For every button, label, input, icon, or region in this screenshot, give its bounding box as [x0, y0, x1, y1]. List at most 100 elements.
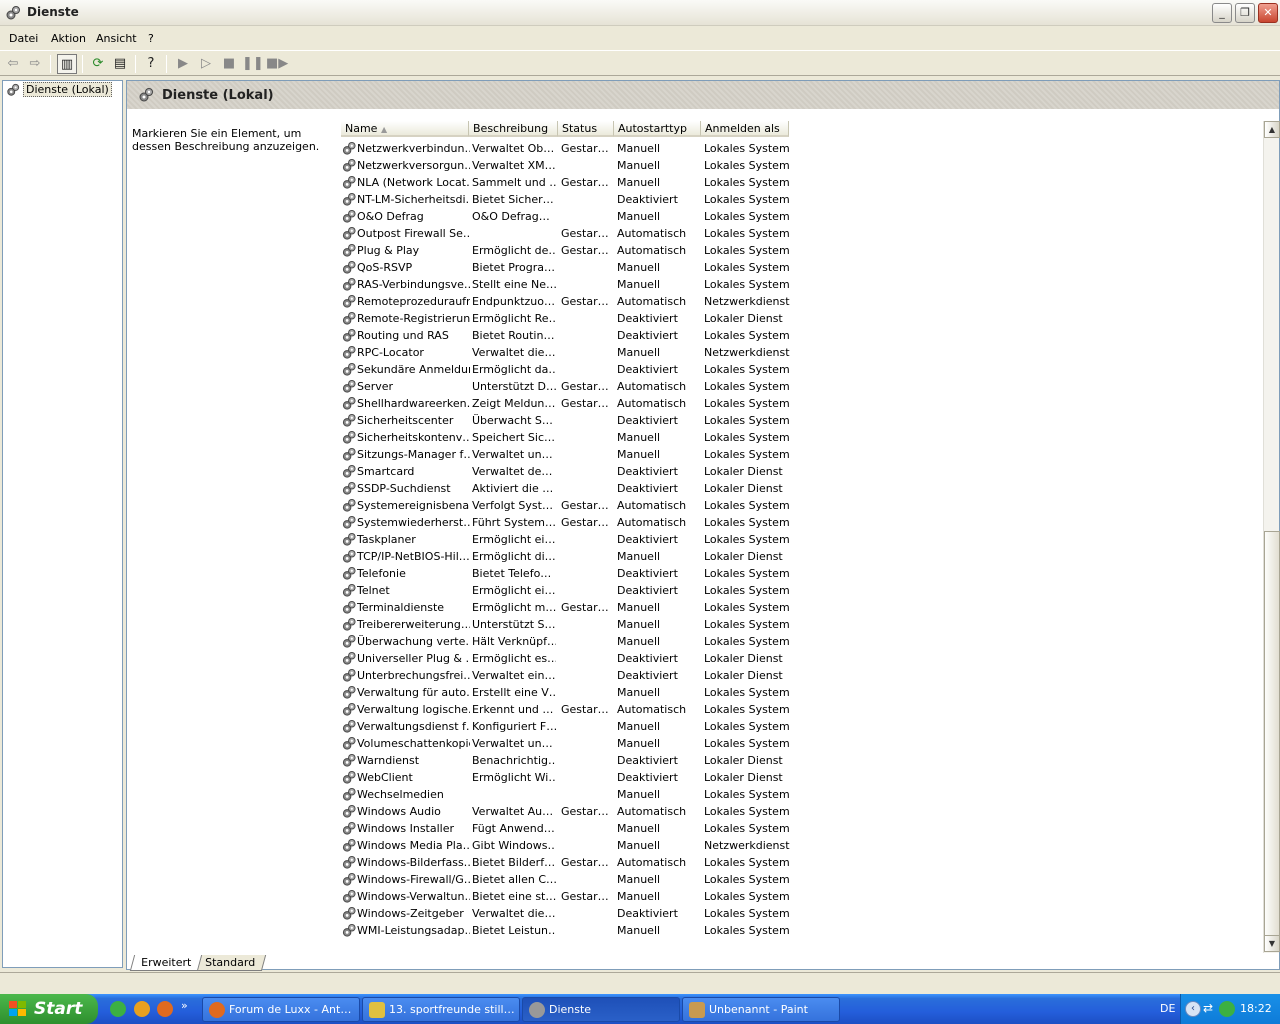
show-console-tree-icon[interactable]: ▥ — [57, 54, 77, 74]
export-list-icon[interactable]: ▤ — [110, 54, 130, 74]
tree-item-dienste-lokal[interactable]: Dienste (Lokal) — [5, 82, 112, 98]
menu-ansicht[interactable]: Ansicht — [96, 32, 137, 45]
service-row[interactable]: Volumeschattenkopie Verwaltet un… Manuell L… — [341, 735, 791, 752]
service-row[interactable]: Windows-Bilderfass… Bietet Bilderf… Gestar… — [341, 854, 791, 871]
column-header-status[interactable]: Status — [558, 121, 614, 137]
service-row[interactable]: Telnet Ermöglicht ei… Deaktiviert Lokales S… — [341, 582, 791, 599]
service-row[interactable]: Warndienst Benachrichtig… Deaktiviert Lokal… — [341, 752, 791, 769]
service-row[interactable]: Sicherheitscenter Überwacht S… Deaktiviert… — [341, 412, 791, 429]
vertical-scrollbar[interactable]: ▲ ▼ — [1263, 121, 1280, 953]
properties-help-icon[interactable]: ? — [141, 54, 161, 74]
service-row[interactable]: Wechselmedien Manuell Lokales System — [341, 786, 791, 803]
service-row[interactable]: Verwaltung logische… Erkennt und … Gestar…… — [341, 701, 791, 718]
start-button[interactable]: Start — [0, 994, 98, 1024]
service-status: Gestar… — [561, 142, 609, 155]
service-row[interactable]: Netzwerkversorgun… Verwaltet XM… Manuell Lo… — [341, 157, 791, 174]
service-row[interactable]: Verwaltung für auto… Erstellt eine V… Manu… — [341, 684, 791, 701]
tray-expand-icon[interactable]: ‹ — [1185, 1001, 1201, 1017]
service-row[interactable]: Sitzungs-Manager f… Verwaltet un… Manuell L… — [341, 446, 791, 463]
service-row[interactable]: QoS-RSVP Bietet Progra… Manuell Lokales Sys… — [341, 259, 791, 276]
back-icon[interactable]: ⇦ — [3, 54, 23, 74]
forward-icon[interactable]: ⇨ — [25, 54, 45, 74]
service-name: Routing und RAS — [357, 329, 449, 342]
service-row[interactable]: Windows-Zeitgeber Verwaltet die… Deaktivie… — [341, 905, 791, 922]
service-row[interactable]: TCP/IP-NetBIOS-Hil… Ermöglicht di… Manuell… — [341, 548, 791, 565]
status-bar — [0, 972, 1280, 994]
scroll-up-button[interactable]: ▲ — [1264, 121, 1280, 138]
quicklaunch-icq-icon[interactable] — [110, 1001, 126, 1017]
service-row[interactable]: Überwachung verte… Hält Verknüpf… Manuell L… — [341, 633, 791, 650]
quicklaunch-overflow-icon[interactable]: » — [181, 999, 188, 1012]
service-row[interactable]: RAS-Verbindungsve… Stellt eine Ne… Manuell… — [341, 276, 791, 293]
service-startup-type: Manuell — [617, 346, 661, 359]
task-paint[interactable]: Unbenannt - Paint — [682, 997, 840, 1022]
service-row[interactable]: Remoteprozeduraufr… Endpunktzuo… Gestar… Au… — [341, 293, 791, 310]
minimize-button[interactable]: _ — [1212, 3, 1232, 23]
menu-aktion[interactable]: Aktion — [51, 32, 86, 45]
column-header-startup-type[interactable]: Autostarttyp — [614, 121, 701, 137]
service-row[interactable]: Telefonie Bietet Telefo… Deaktiviert Lokale… — [341, 565, 791, 582]
service-row[interactable]: Windows Media Pla… Gibt Windows… Manuell Ne… — [341, 837, 791, 854]
language-indicator[interactable]: DE — [1160, 1002, 1175, 1015]
task-firefox-forum[interactable]: Forum de Luxx - Ant… — [202, 997, 360, 1022]
resume-icon[interactable]: ▷ — [196, 54, 216, 74]
icq-tray-icon[interactable] — [1219, 1001, 1235, 1017]
service-row[interactable]: Server Unterstützt D… Gestar… Automatisch Lo… — [341, 378, 791, 395]
service-row[interactable]: RPC-Locator Verwaltet die… Manuell Netzwerk… — [341, 344, 791, 361]
service-row[interactable]: NT-LM-Sicherheitsdi… Bietet Sicher… Deakti… — [341, 191, 791, 208]
column-header-description[interactable]: Beschreibung — [469, 121, 558, 137]
service-row[interactable]: Windows Audio Verwaltet Au… Gestar… Automat… — [341, 803, 791, 820]
menu-datei[interactable]: Datei — [9, 32, 38, 45]
service-row[interactable]: Systemwiederherst… Führt System… Gestar… Au… — [341, 514, 791, 531]
stop-service-icon[interactable]: ■ — [219, 54, 239, 74]
start-service-icon[interactable]: ▶ — [173, 54, 193, 74]
service-row[interactable]: Windows-Verwaltun… Bietet eine st… Gestar…… — [341, 888, 791, 905]
network-icon[interactable]: ⇄ — [1203, 1001, 1217, 1017]
services-list[interactable]: Name ▲ Beschreibung Status Autostarttyp … — [338, 121, 1279, 951]
service-row[interactable]: Windows Installer Fügt Anwend… Manuell Loka… — [341, 820, 791, 837]
maximize-button[interactable]: ❐ — [1235, 3, 1255, 23]
service-row[interactable]: Netzwerkverbindun… Verwaltet Ob… Gestar… Ma… — [341, 140, 791, 157]
clock[interactable]: 18:22 — [1240, 1002, 1272, 1015]
service-row[interactable]: Outpost Firewall Se… Gestar… Automatisch Lo… — [341, 225, 791, 242]
menu-help[interactable]: ? — [148, 32, 154, 45]
tab-erweitert[interactable]: Erweitert — [129, 955, 203, 971]
service-row[interactable]: Unterbrechungsfrei… Verwaltet ein… Deaktiv… — [341, 667, 791, 684]
service-description: Fügt Anwend… — [472, 822, 555, 835]
service-row[interactable]: Verwaltungsdienst f… Konfiguriert F… Manue… — [341, 718, 791, 735]
service-row[interactable]: Systemereignisbena… Verfolgt Syst… Gestar…… — [341, 497, 791, 514]
service-row[interactable]: Shellhardwareerken… Zeigt Meldun… Gestar… A… — [341, 395, 791, 412]
service-row[interactable]: Treibererweiterung… Unterstützt S… Manuell… — [341, 616, 791, 633]
service-name: NLA (Network Locat… — [357, 176, 470, 189]
service-row[interactable]: SSDP-Suchdienst Aktiviert die … Deaktivier… — [341, 480, 791, 497]
service-row[interactable]: WebClient Ermöglicht Wi… Deaktiviert Lokale… — [341, 769, 791, 786]
service-row[interactable]: O&O Defrag O&O Defrag… Manuell Lokales Syst… — [341, 208, 791, 225]
service-row[interactable]: Routing und RAS Bietet Routin… Deaktiviert… — [341, 327, 791, 344]
service-startup-type: Manuell — [617, 431, 661, 444]
service-row[interactable]: Sekundäre Anmeldung Ermöglicht da… Deaktiv… — [341, 361, 791, 378]
service-row[interactable]: Sicherheitskontenv… Speichert Sic… Manuell… — [341, 429, 791, 446]
close-button[interactable]: ✕ — [1258, 3, 1278, 23]
service-startup-type: Deaktiviert — [617, 533, 678, 546]
service-row[interactable]: Plug & Play Ermöglicht de… Gestar… Automati… — [341, 242, 791, 259]
service-row[interactable]: Smartcard Verwaltet de… Deaktiviert Lokaler… — [341, 463, 791, 480]
task-sportfreunde[interactable]: 13. sportfreunde still… — [362, 997, 520, 1022]
tab-standard[interactable]: Standard — [193, 955, 267, 971]
service-row[interactable]: NLA (Network Locat… Sammelt und … Gestar… M… — [341, 174, 791, 191]
quicklaunch-info-icon[interactable] — [134, 1001, 150, 1017]
service-row[interactable]: Terminaldienste Ermöglicht m… Gestar… Manue… — [341, 599, 791, 616]
refresh-icon[interactable]: ⟳ — [88, 54, 108, 74]
quicklaunch-firefox-icon[interactable] — [157, 1001, 173, 1017]
service-row[interactable]: Windows-Firewall/G… Bietet allen C… Manuel… — [341, 871, 791, 888]
service-row[interactable]: Taskplaner Ermöglicht ei… Deaktiviert Lokal… — [341, 531, 791, 548]
service-row[interactable]: Remote-Registrierung Ermöglicht Re… Deakti… — [341, 310, 791, 327]
service-row[interactable]: Universeller Plug & … Ermöglicht es… Deakt… — [341, 650, 791, 667]
column-header-logon-as[interactable]: Anmelden als — [701, 121, 789, 137]
service-row[interactable]: WMI-Leistungsadap… Bietet Leistun… Manuell… — [341, 922, 791, 939]
restart-service-icon[interactable]: ■▶ — [266, 54, 288, 74]
scroll-thumb[interactable] — [1264, 531, 1280, 936]
task-dienste[interactable]: Dienste — [522, 997, 680, 1022]
pause-service-icon[interactable]: ❚❚ — [242, 54, 264, 74]
scroll-down-button[interactable]: ▼ — [1264, 935, 1280, 952]
column-header-name[interactable]: Name ▲ — [341, 121, 469, 137]
